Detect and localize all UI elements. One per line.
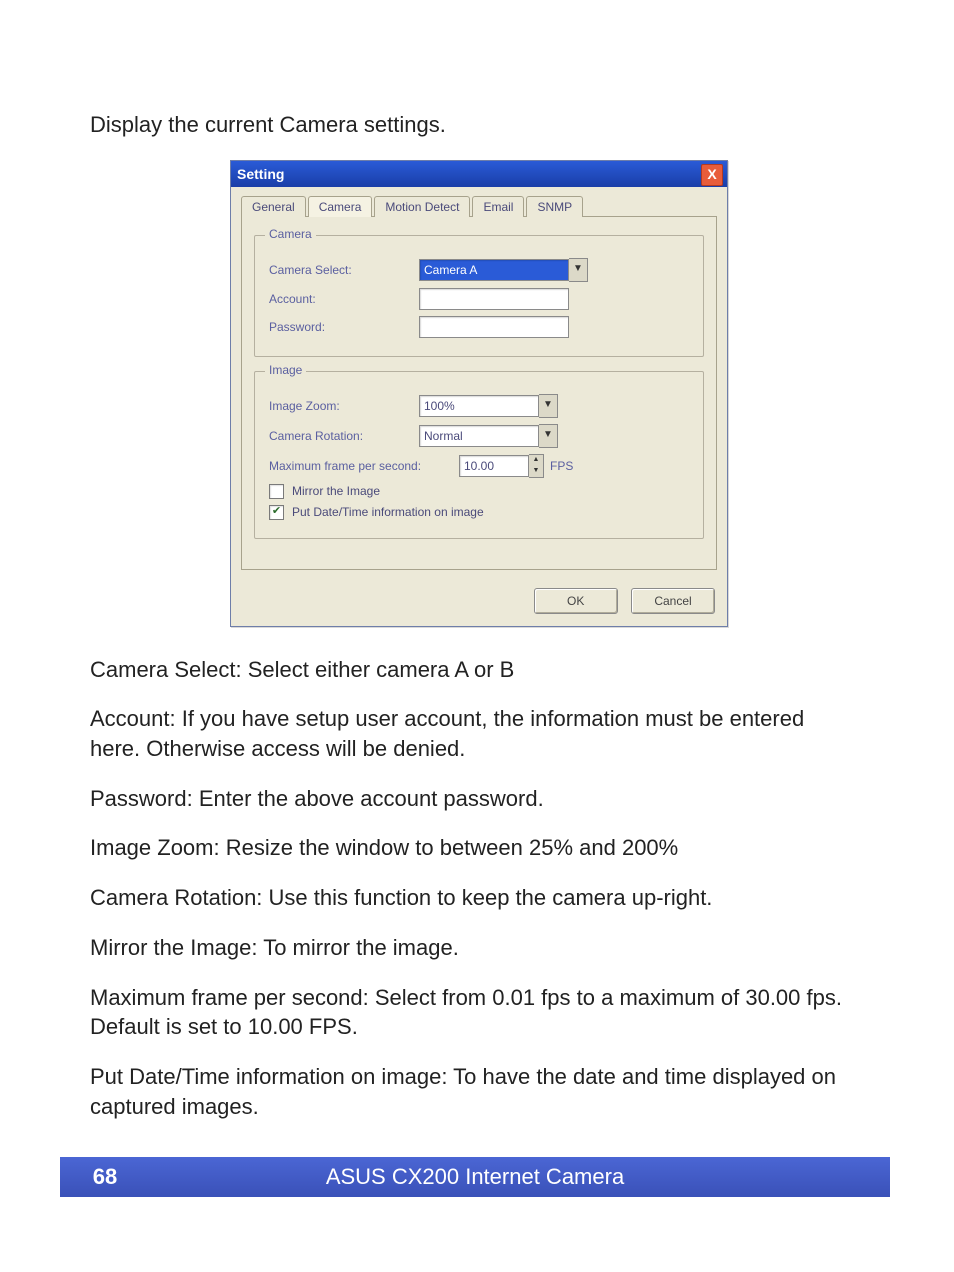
tab-panel-camera: Camera Camera Select: Camera A ▼ Account… [241, 216, 717, 570]
group-image: Image Image Zoom: 100% ▼ Camera Rotation… [254, 371, 704, 539]
desc-mirror: Mirror the Image: To mirror the image. [90, 933, 860, 963]
camera-rotation-label: Camera Rotation: [269, 429, 419, 443]
dialog-title: Setting [237, 166, 284, 182]
password-label: Password: [269, 320, 419, 334]
tab-strip: General Camera Motion Detect Email SNMP [231, 187, 727, 216]
image-zoom-value[interactable]: 100% [419, 395, 539, 417]
chevron-up-icon[interactable]: ▲ [529, 455, 543, 466]
datetime-checkbox[interactable]: ✔ [269, 505, 284, 520]
intro-text: Display the current Camera settings. [90, 110, 860, 140]
chevron-down-icon[interactable]: ▼ [539, 424, 558, 448]
desc-zoom: Image Zoom: Resize the window to between… [90, 833, 860, 863]
tab-motion-detect[interactable]: Motion Detect [374, 196, 470, 217]
mirror-checkbox-label: Mirror the Image [292, 484, 380, 498]
desc-fps: Maximum frame per second: Select from 0.… [90, 983, 860, 1042]
camera-rotation-combo[interactable]: Normal ▼ [419, 424, 558, 448]
group-camera: Camera Camera Select: Camera A ▼ Account… [254, 235, 704, 357]
desc-account: Account: If you have setup user account,… [90, 704, 860, 763]
image-zoom-combo[interactable]: 100% ▼ [419, 394, 558, 418]
tab-snmp[interactable]: SNMP [526, 196, 583, 217]
camera-select-combo[interactable]: Camera A ▼ [419, 258, 588, 282]
group-image-title: Image [265, 363, 306, 377]
desc-datetime: Put Date/Time information on image: To h… [90, 1062, 860, 1121]
password-input[interactable] [419, 316, 569, 338]
camera-select-label: Camera Select: [269, 263, 419, 277]
chevron-down-icon[interactable]: ▼ [539, 394, 558, 418]
account-input[interactable] [419, 288, 569, 310]
fps-input[interactable]: 10.00 [459, 455, 529, 477]
close-icon[interactable]: X [701, 164, 723, 186]
tab-email[interactable]: Email [472, 196, 524, 217]
camera-rotation-value[interactable]: Normal [419, 425, 539, 447]
image-zoom-label: Image Zoom: [269, 399, 419, 413]
fps-label: Maximum frame per second: [269, 459, 459, 473]
fps-spinner[interactable]: ▲ ▼ [529, 454, 544, 478]
tab-camera[interactable]: Camera [308, 196, 373, 217]
tab-general[interactable]: General [241, 196, 306, 217]
fps-unit: FPS [550, 459, 573, 473]
ok-button[interactable]: OK [534, 588, 618, 614]
footer-title: ASUS CX200 Internet Camera [150, 1164, 890, 1190]
group-camera-title: Camera [265, 227, 316, 241]
settings-dialog: Setting X General Camera Motion Detect E… [230, 160, 728, 627]
titlebar: Setting X [231, 161, 727, 187]
cancel-button[interactable]: Cancel [631, 588, 715, 614]
desc-password: Password: Enter the above account passwo… [90, 784, 860, 814]
datetime-checkbox-label: Put Date/Time information on image [292, 505, 484, 519]
desc-camera-select: Camera Select: Select either camera A or… [90, 655, 860, 685]
page-number: 68 [60, 1164, 150, 1190]
mirror-checkbox[interactable] [269, 484, 284, 499]
desc-rotation: Camera Rotation: Use this function to ke… [90, 883, 860, 913]
account-label: Account: [269, 292, 419, 306]
camera-select-value[interactable]: Camera A [419, 259, 569, 281]
dialog-buttons: OK Cancel [231, 580, 727, 626]
chevron-down-icon[interactable]: ▼ [569, 258, 588, 282]
page-footer: 68 ASUS CX200 Internet Camera [60, 1157, 890, 1197]
chevron-down-icon[interactable]: ▼ [529, 466, 543, 477]
